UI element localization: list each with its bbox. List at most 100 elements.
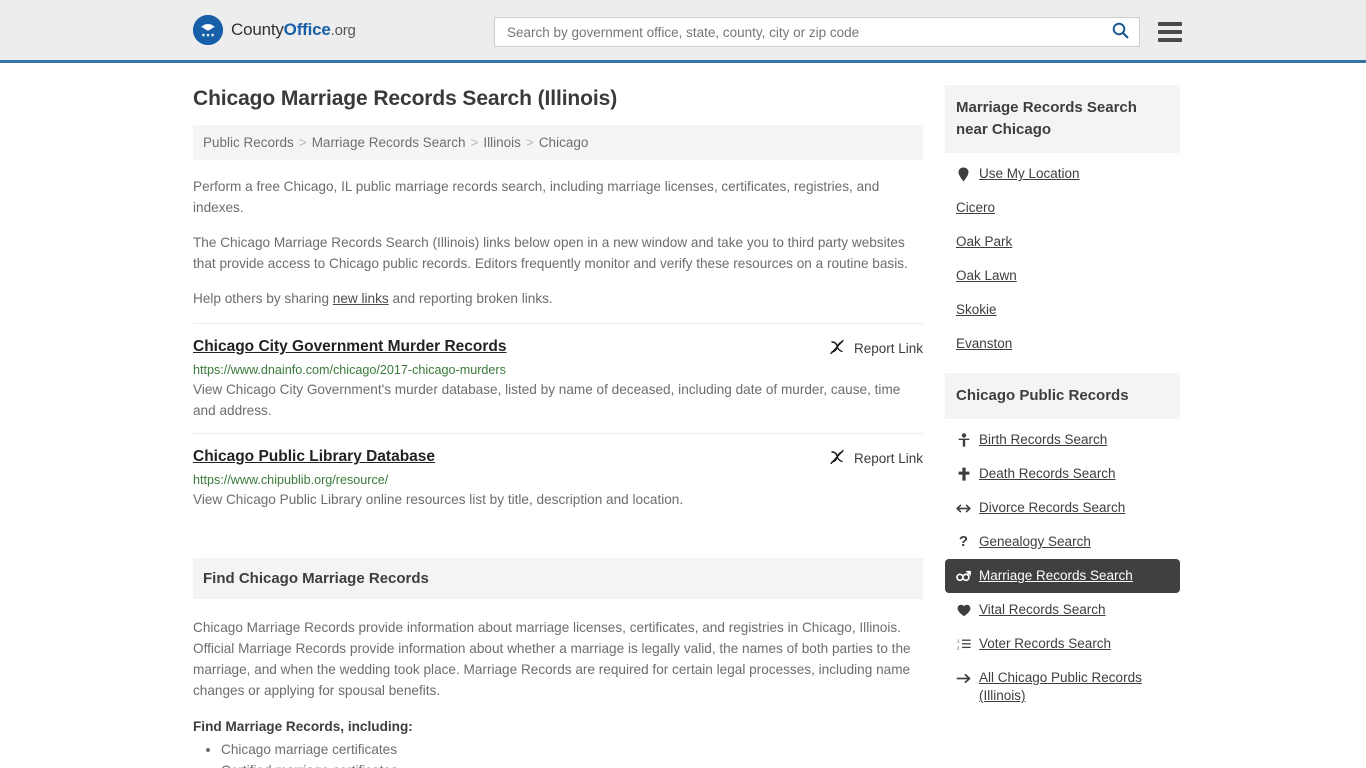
sidebar-item-label: Oak Lawn [956, 268, 1017, 283]
breadcrumb-separator: > [298, 135, 307, 150]
sidebar-item-vital-records-search[interactable]: Vital Records Search [945, 593, 1180, 627]
sidebar-item-label: All Chicago Public Records (Illinois) [979, 670, 1142, 703]
sidebar-item-evanston[interactable]: Evanston [945, 327, 1180, 361]
search-box[interactable] [494, 17, 1140, 47]
page-body: Chicago Marriage Records Search (Illinoi… [0, 63, 1366, 768]
report-link-label: Report Link [853, 341, 923, 356]
search-button[interactable] [1106, 22, 1131, 42]
breadcrumb-separator: > [470, 135, 479, 150]
report-link-button[interactable]: Report Link [829, 338, 923, 358]
sidebar-item-oak-park[interactable]: Oak Park [945, 225, 1180, 259]
sidebar-item-label: Skokie [956, 302, 997, 317]
sidebar-item-label: Divorce Records Search [979, 500, 1126, 515]
arrow-right-icon [956, 669, 971, 687]
sidebar-item-oak-lawn[interactable]: Oak Lawn [945, 259, 1180, 293]
cross-icon [956, 465, 971, 483]
svg-text:1: 1 [957, 638, 960, 643]
eagle-shield-logo-icon [193, 15, 223, 45]
sidebar-item-label: Vital Records Search [979, 602, 1106, 617]
intro-paragraph-3: Help others by sharing new links and rep… [193, 288, 923, 309]
result-description: View Chicago City Government's murder da… [193, 382, 901, 418]
sidebar-item-label: Evanston [956, 336, 1013, 351]
sidebar-item-voter-records-search[interactable]: 1 2 Voter Records Search [945, 627, 1180, 661]
section-paragraph: Chicago Marriage Records provide informa… [193, 620, 911, 698]
site-logo[interactable]: CountyOffice.org [193, 15, 356, 45]
svg-text:2: 2 [957, 645, 960, 650]
header-search-area [494, 17, 1182, 47]
public-records-panel: Chicago Public Records Birth Records Sea… [945, 373, 1180, 713]
sidebar-item-skokie[interactable]: Skokie [945, 293, 1180, 327]
page-title: Chicago Marriage Records Search (Illinoi… [193, 87, 618, 110]
main-content: Chicago Marriage Records Search (Illinoi… [193, 63, 923, 768]
sidebar-item-divorce-records-search[interactable]: Divorce Records Search [945, 491, 1180, 525]
list-item: Certified marriage certificates [221, 761, 923, 768]
report-link-label: Report Link [853, 451, 923, 466]
share-text-before: Help others by sharing [193, 291, 333, 306]
nearby-panel-heading: Marriage Records Search near Chicago [945, 85, 1180, 153]
hamburger-bar [1158, 30, 1182, 34]
result-header: Chicago Public Library Database Report L… [193, 448, 923, 468]
logo-text: CountyOffice.org [231, 20, 356, 40]
ordered-list-icon: 1 2 [956, 635, 971, 653]
sidebar-item-label: Voter Records Search [979, 636, 1112, 651]
intro-text: Perform a free Chicago, IL public marria… [193, 176, 923, 309]
share-text-after: and reporting broken links. [388, 291, 553, 306]
map-pin-icon [956, 165, 971, 183]
sidebar-item-death-records-search[interactable]: Death Records Search [945, 457, 1180, 491]
breadcrumb-item-public-records[interactable]: Public Records [203, 135, 294, 150]
site-header: CountyOffice.org [0, 0, 1366, 63]
sidebar-item-all-chicago-public-records[interactable]: All Chicago Public Records (Illinois) [945, 661, 1180, 713]
logo-text-county: County [231, 20, 284, 39]
sidebar-item-label: Death Records Search [979, 466, 1116, 481]
search-icon [1112, 22, 1129, 42]
broken-link-icon [829, 339, 845, 358]
public-records-panel-heading: Chicago Public Records [945, 373, 1180, 419]
question-mark-icon: ? [958, 533, 969, 550]
intro-paragraph-1: Perform a free Chicago, IL public marria… [193, 179, 880, 215]
logo-text-office: Office [283, 20, 331, 39]
breadcrumb: Public Records > Marriage Records Search > I… [193, 125, 923, 160]
search-input[interactable] [505, 23, 1106, 41]
nearby-panel-list: Use My Location Cicero Oak Park Oak Lawn… [945, 153, 1180, 361]
new-links-link[interactable]: new links [333, 291, 389, 306]
sidebar-item-label: Marriage Records Search [979, 568, 1133, 583]
result-url: https://www.chipublib.org/resource/ [193, 473, 389, 487]
sidebar-item-label: Birth Records Search [979, 432, 1108, 447]
section-list: Chicago marriage certificates Certified … [193, 740, 923, 768]
result-title-link[interactable]: Chicago City Government Murder Records [193, 338, 507, 356]
section-body: Chicago Marriage Records provide informa… [193, 617, 923, 768]
arrows-split-icon [956, 499, 971, 517]
sidebar-item-genealogy-search[interactable]: ? Genealogy Search [945, 525, 1180, 559]
sidebar-item-label: Cicero [956, 200, 996, 215]
venus-mars-icon [956, 567, 971, 585]
breadcrumb-item-illinois[interactable]: Illinois [483, 135, 521, 150]
sidebar: Marriage Records Search near Chicago Use… [945, 63, 1180, 725]
logo-text-org: .org [330, 22, 356, 39]
result-title-link[interactable]: Chicago Public Library Database [193, 448, 435, 466]
intro-paragraph-2: The Chicago Marriage Records Search (Ill… [193, 235, 908, 271]
result-url: https://www.dnainfo.com/chicago/2017-chi… [193, 363, 506, 377]
result-item: Chicago Public Library Database Report L… [193, 433, 923, 522]
section-heading: Find Chicago Marriage Records [193, 558, 923, 599]
breadcrumb-item-marriage-records-search[interactable]: Marriage Records Search [312, 135, 466, 150]
sidebar-item-marriage-records-search[interactable]: Marriage Records Search [945, 559, 1180, 593]
hamburger-bar [1158, 38, 1182, 42]
public-records-panel-list: Birth Records Search Death Records Searc… [945, 419, 1180, 713]
sidebar-item-use-my-location[interactable]: Use My Location [945, 157, 1180, 191]
report-link-button[interactable]: Report Link [829, 448, 923, 468]
sidebar-item-cicero[interactable]: Cicero [945, 191, 1180, 225]
hamburger-menu-icon[interactable] [1158, 22, 1182, 42]
list-item: Chicago marriage certificates [221, 740, 923, 761]
breadcrumb-separator: > [525, 135, 534, 150]
nearby-panel: Marriage Records Search near Chicago Use… [945, 85, 1180, 361]
result-item: Chicago City Government Murder Records R… [193, 323, 923, 433]
broken-link-icon [829, 449, 845, 468]
hamburger-bar [1158, 22, 1182, 26]
result-description: View Chicago Public Library online resou… [193, 492, 684, 507]
result-header: Chicago City Government Murder Records R… [193, 338, 923, 358]
heartbeat-icon [956, 601, 971, 619]
sidebar-item-label: Genealogy Search [979, 534, 1091, 549]
sidebar-item-label: Oak Park [956, 234, 1013, 249]
sidebar-item-birth-records-search[interactable]: Birth Records Search [945, 423, 1180, 457]
breadcrumb-item-chicago[interactable]: Chicago [539, 135, 589, 150]
